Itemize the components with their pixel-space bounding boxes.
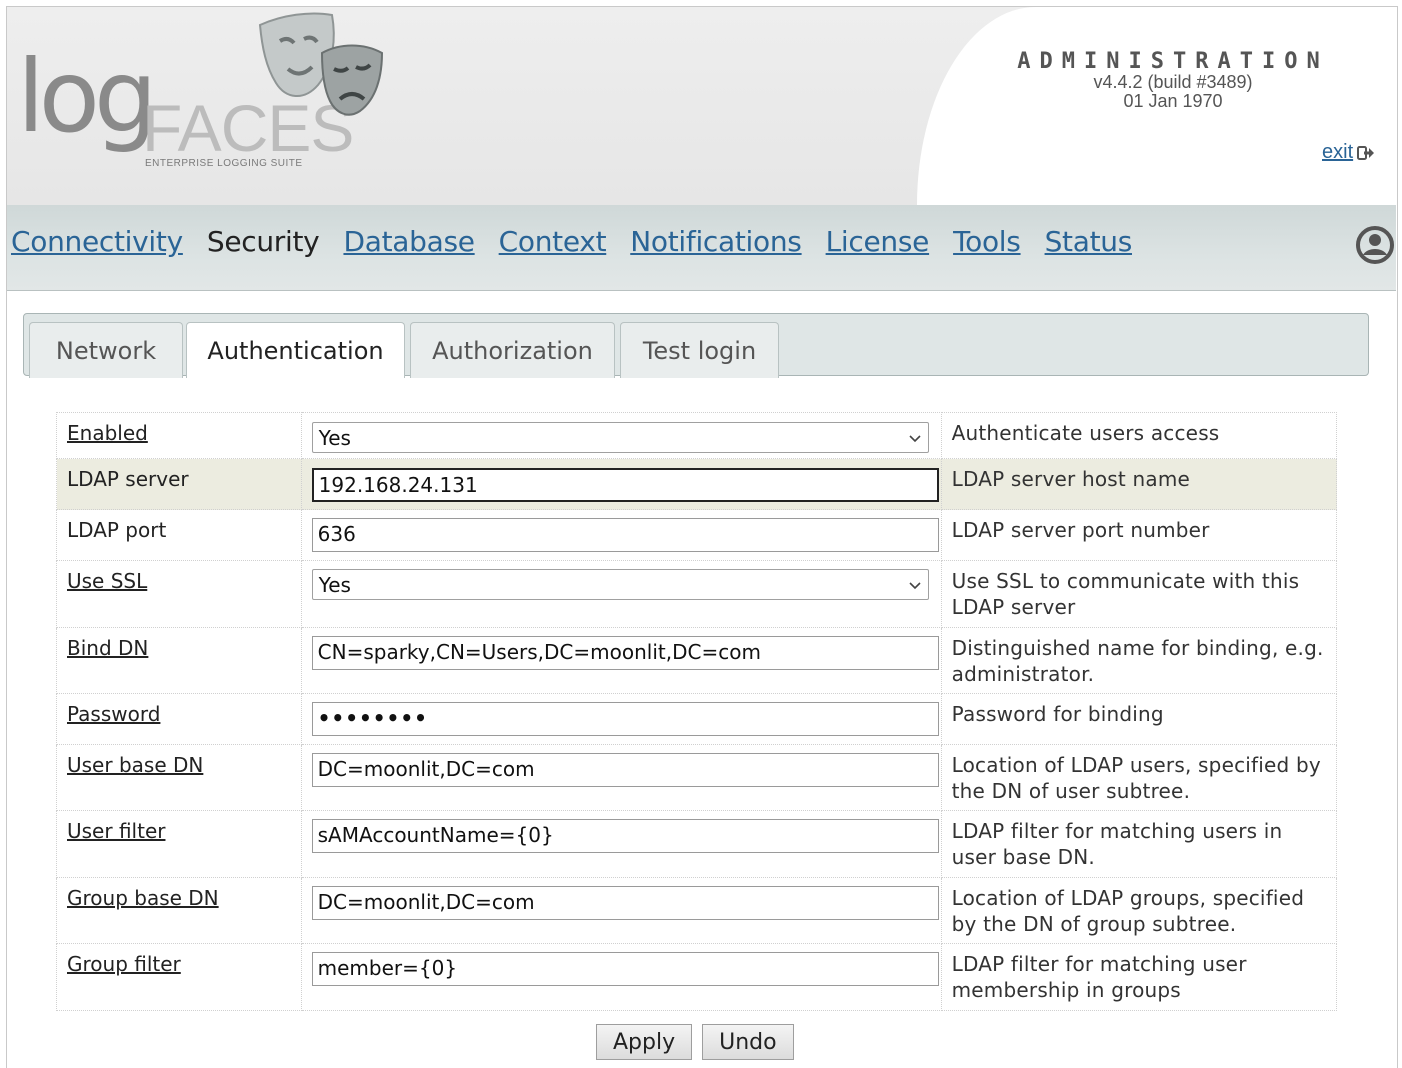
theater-masks-icon bbox=[258, 12, 384, 116]
use-ssl-select[interactable]: Yes bbox=[311, 569, 929, 600]
nav-database[interactable]: Database bbox=[343, 225, 475, 258]
label-group-filter[interactable]: Group filter bbox=[56, 943, 302, 1011]
exit-label: exit bbox=[1322, 141, 1354, 163]
row-ldap-port: LDAP port 636 LDAP server port number bbox=[56, 509, 1338, 561]
nav-security[interactable]: Security bbox=[207, 225, 320, 258]
row-enabled: Enabled Yes Authenticate users access bbox=[56, 412, 1338, 459]
chevron-down-icon bbox=[909, 581, 921, 589]
form-actions: Apply Undo bbox=[596, 1024, 794, 1060]
enabled-select[interactable]: Yes bbox=[311, 422, 929, 453]
ldap-port-input[interactable]: 636 bbox=[311, 518, 939, 552]
tab-test-login[interactable]: Test login bbox=[620, 322, 779, 378]
ldap-server-input[interactable]: 192.168.24.131 bbox=[311, 468, 939, 502]
user-icon[interactable] bbox=[1355, 225, 1395, 265]
label-user-base-dn[interactable]: User base DN bbox=[56, 744, 302, 811]
tab-authorization[interactable]: Authorization bbox=[410, 322, 615, 378]
row-password: Password •••••••• Password for binding bbox=[56, 693, 1338, 745]
row-use-ssl: Use SSL Yes Use SSL to communicate with … bbox=[56, 560, 1338, 628]
group-filter-input[interactable]: member={0} bbox=[311, 952, 939, 986]
exit-link[interactable]: exit bbox=[1322, 141, 1375, 164]
auth-settings-table: Enabled Yes Authenticate users access LD… bbox=[56, 412, 1338, 1011]
row-user-filter: User filter sAMAccountName={0} LDAP filt… bbox=[56, 810, 1338, 878]
header: log FACES ENTERPRISE LOGGING SUITE ADMIN… bbox=[7, 7, 1397, 205]
desc-ldap-port: LDAP server port number bbox=[940, 509, 1338, 561]
label-group-base-dn[interactable]: Group base DN bbox=[56, 877, 302, 944]
label-use-ssl[interactable]: Use SSL bbox=[56, 560, 302, 628]
user-filter-input[interactable]: sAMAccountName={0} bbox=[311, 819, 939, 853]
nav-tools[interactable]: Tools bbox=[953, 225, 1021, 258]
date-text: 01 Jan 1970 bbox=[1123, 91, 1223, 111]
row-group-base-dn: Group base DN DC=moonlit,DC=com Location… bbox=[56, 877, 1338, 944]
version-text: v4.4.2 (build #3489) bbox=[1093, 72, 1253, 92]
group-base-dn-input[interactable]: DC=moonlit,DC=com bbox=[311, 886, 939, 920]
desc-use-ssl: Use SSL to communicate with this LDAP se… bbox=[940, 560, 1338, 628]
tab-bar: Network Authentication Authorization Tes… bbox=[23, 313, 1369, 378]
enabled-select-value: Yes bbox=[318, 425, 351, 450]
desc-group-filter: LDAP filter for matching user membership… bbox=[940, 943, 1338, 1011]
nav-notifications[interactable]: Notifications bbox=[630, 225, 802, 258]
nav-status[interactable]: Status bbox=[1045, 225, 1133, 258]
row-ldap-server: LDAP server 192.168.24.131 LDAP server h… bbox=[56, 458, 1338, 510]
desc-enabled: Authenticate users access bbox=[940, 412, 1338, 459]
undo-button[interactable]: Undo bbox=[702, 1024, 794, 1060]
label-password[interactable]: Password bbox=[56, 693, 302, 745]
row-user-base-dn: User base DN DC=moonlit,DC=com Location … bbox=[56, 744, 1338, 811]
logo-tagline: ENTERPRISE LOGGING SUITE bbox=[145, 158, 303, 169]
tab-network[interactable]: Network bbox=[29, 322, 183, 378]
nav-license[interactable]: License bbox=[826, 225, 930, 258]
bind-dn-input[interactable]: CN=sparky,CN=Users,DC=moonlit,DC=com bbox=[311, 636, 939, 670]
row-group-filter: Group filter member={0} LDAP filter for … bbox=[56, 943, 1338, 1011]
row-bind-dn: Bind DN CN=sparky,CN=Users,DC=moonlit,DC… bbox=[56, 627, 1338, 694]
tab-authentication[interactable]: Authentication bbox=[186, 322, 405, 378]
desc-group-base-dn: Location of LDAP groups, specified by th… bbox=[940, 877, 1338, 944]
exit-icon bbox=[1357, 145, 1375, 160]
desc-ldap-server: LDAP server host name bbox=[940, 458, 1338, 510]
password-input[interactable]: •••••••• bbox=[311, 702, 939, 736]
chevron-down-icon bbox=[909, 434, 921, 442]
nav-context[interactable]: Context bbox=[499, 225, 607, 258]
label-ldap-port: LDAP port bbox=[56, 509, 302, 561]
label-user-filter[interactable]: User filter bbox=[56, 810, 302, 878]
desc-password: Password for binding bbox=[940, 693, 1338, 745]
use-ssl-select-value: Yes bbox=[318, 572, 351, 597]
nav-connectivity[interactable]: Connectivity bbox=[11, 225, 183, 258]
desc-user-base-dn: Location of LDAP users, specified by the… bbox=[940, 744, 1338, 811]
main-nav: Connectivity Security Database Context N… bbox=[7, 205, 1396, 291]
label-bind-dn[interactable]: Bind DN bbox=[56, 627, 302, 694]
admin-info: ADMINISTRATION v4.4.2 (build #3489) 01 J… bbox=[1017, 51, 1329, 111]
desc-user-filter: LDAP filter for matching users in user b… bbox=[940, 810, 1338, 878]
label-enabled[interactable]: Enabled bbox=[56, 412, 302, 459]
desc-bind-dn: Distinguished name for binding, e.g. adm… bbox=[940, 627, 1338, 694]
apply-button[interactable]: Apply bbox=[596, 1024, 693, 1060]
admin-title: ADMINISTRATION bbox=[1017, 49, 1329, 74]
logo-main-text: log bbox=[17, 38, 157, 155]
user-base-dn-input[interactable]: DC=moonlit,DC=com bbox=[311, 753, 939, 787]
label-ldap-server: LDAP server bbox=[56, 458, 302, 510]
